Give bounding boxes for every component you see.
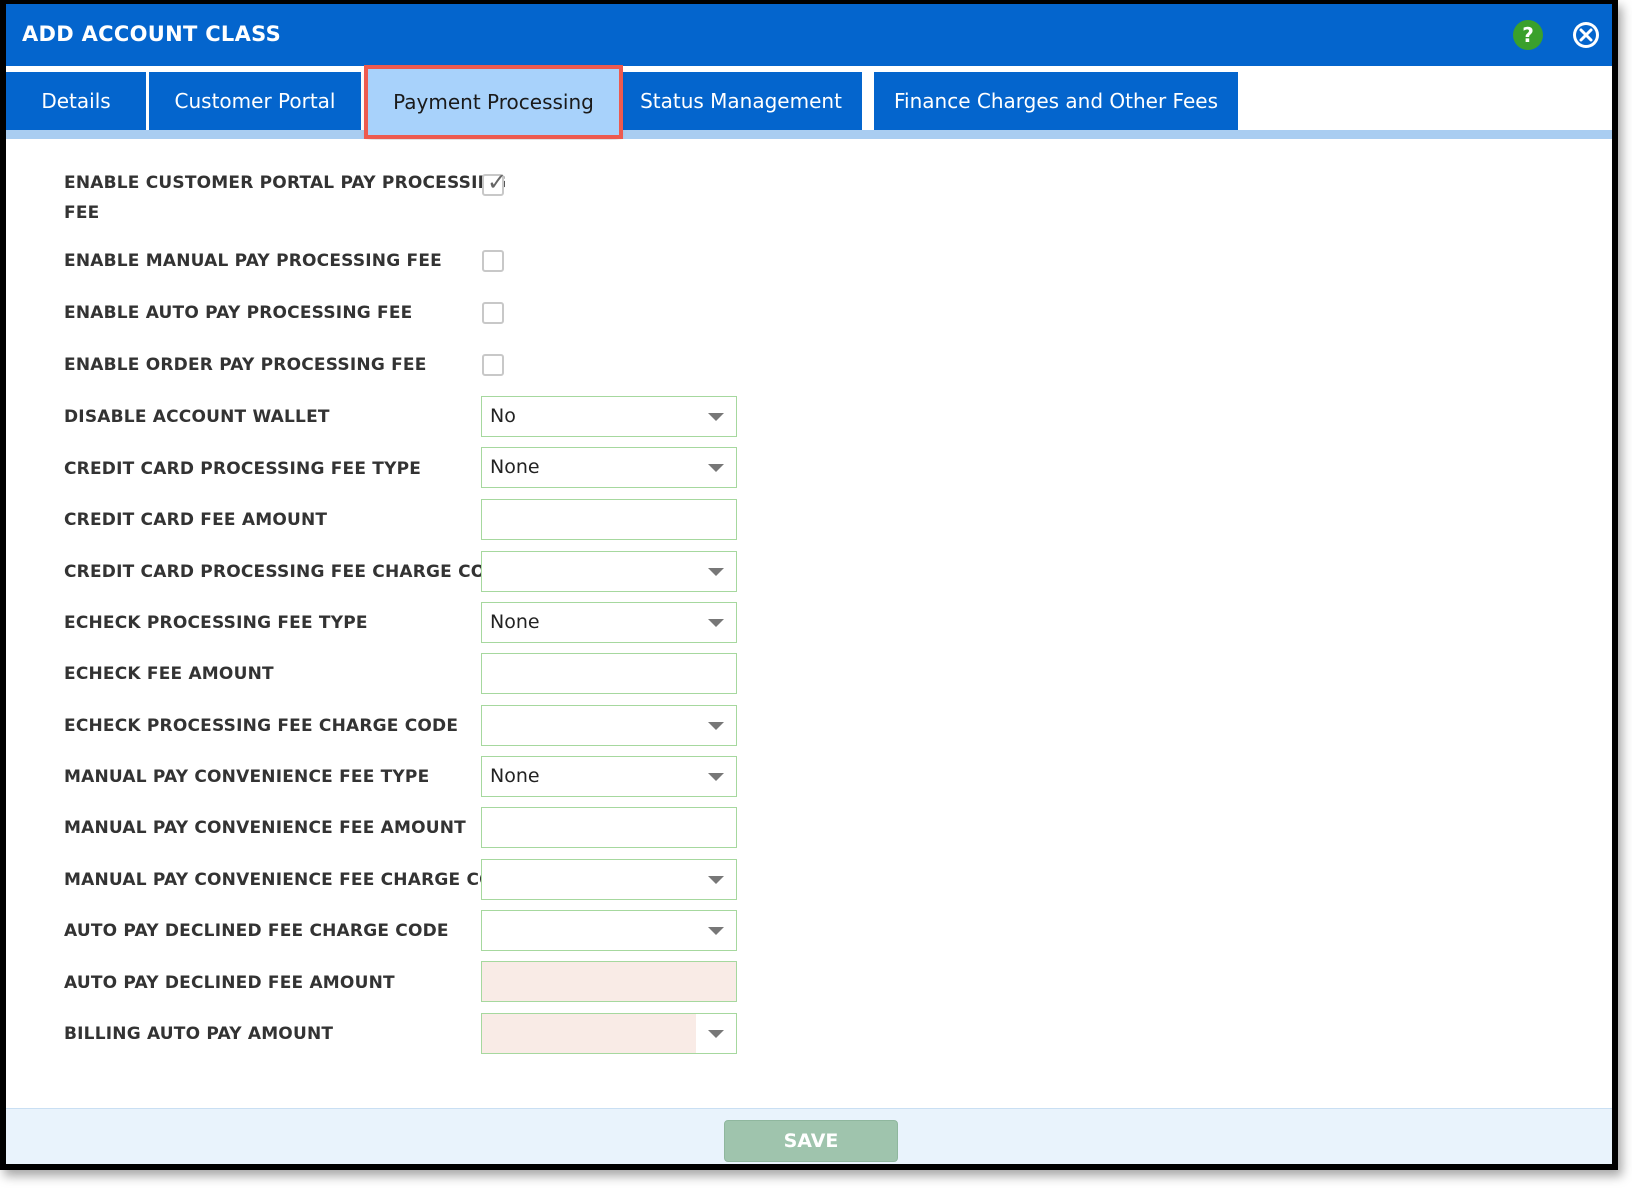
select-manual-conv-fee-charge-code[interactable] (481, 859, 737, 900)
select-cc-fee-charge-code[interactable] (481, 551, 737, 592)
help-icon[interactable]: ? (1513, 20, 1543, 50)
checkbox-enable-auto-fee[interactable] (482, 302, 504, 324)
label-manual-conv-fee-type: MANUAL PAY CONVENIENCE FEE TYPE (64, 767, 430, 787)
select-value: None (490, 611, 540, 633)
tab-status-management[interactable]: Status Management (620, 72, 862, 130)
select-echeck-fee-type[interactable]: None (481, 602, 737, 643)
input-auto-declined-amount[interactable] (481, 961, 737, 1002)
tab-payment-processing[interactable]: Payment Processing (364, 65, 623, 139)
label-echeck-fee-amount: ECHECK FEE AMOUNT (64, 664, 274, 684)
label-enable-auto-fee: ENABLE AUTO PAY PROCESSING FEE (64, 303, 413, 323)
checkbox-enable-customer-portal-fee[interactable]: ✓ (482, 170, 507, 196)
tab-customer-portal[interactable]: Customer Portal (149, 72, 361, 130)
select-value: None (490, 456, 540, 478)
caret-down-icon (708, 1030, 724, 1038)
save-button[interactable]: SAVE (724, 1120, 898, 1162)
tab-details[interactable]: Details (6, 72, 146, 130)
select-echeck-fee-charge-code[interactable] (481, 705, 737, 746)
checkbox-enable-order-fee[interactable] (482, 354, 504, 376)
label-billing-auto-pay-amount: BILLING AUTO PAY AMOUNT (64, 1024, 334, 1044)
select-billing-auto-pay-amount[interactable] (481, 1013, 737, 1054)
add-account-class-dialog: ADD ACCOUNT CLASS ? Details Customer Por… (0, 0, 1618, 1170)
tab-finance-charges[interactable]: Finance Charges and Other Fees (874, 72, 1238, 130)
caret-down-icon (708, 413, 724, 421)
label-manual-conv-fee-amount: MANUAL PAY CONVENIENCE FEE AMOUNT (64, 818, 466, 838)
select-cc-fee-type[interactable]: None (481, 447, 737, 488)
label-line-2: FEE (64, 203, 100, 223)
caret-down-icon (708, 722, 724, 730)
dialog-footer: SAVE (6, 1108, 1612, 1164)
label-echeck-fee-type: ECHECK PROCESSING FEE TYPE (64, 613, 368, 633)
checkbox-enable-manual-fee[interactable] (482, 250, 504, 272)
label-cc-fee-type: CREDIT CARD PROCESSING FEE TYPE (64, 459, 422, 479)
input-manual-conv-fee-amount[interactable] (481, 807, 737, 848)
caret-down-icon (708, 927, 724, 935)
close-icon[interactable] (1571, 20, 1601, 50)
caret-down-icon (708, 568, 724, 576)
caret-down-icon (708, 464, 724, 472)
caret-down-icon (708, 773, 724, 781)
label-disable-account-wallet: DISABLE ACCOUNT WALLET (64, 407, 330, 427)
select-manual-conv-fee-type[interactable]: None (481, 756, 737, 797)
label-cc-fee-charge-code: CREDIT CARD PROCESSING FEE CHARGE CODE (64, 562, 512, 582)
input-echeck-fee-amount[interactable] (481, 653, 737, 694)
dialog-title: ADD ACCOUNT CLASS (22, 22, 282, 46)
select-value: None (490, 765, 540, 787)
label-auto-declined-amount: AUTO PAY DECLINED FEE AMOUNT (64, 973, 395, 993)
input-cc-fee-amount[interactable] (481, 499, 737, 540)
dialog-titlebar: ADD ACCOUNT CLASS ? (6, 4, 1612, 66)
tab-underline (6, 130, 1612, 139)
label-enable-customer-portal-fee: ENABLE CUSTOMER PORTAL PAY PROCESSING FE… (64, 168, 506, 228)
label-auto-declined-charge-code: AUTO PAY DECLINED FEE CHARGE CODE (64, 921, 449, 941)
select-auto-declined-charge-code[interactable] (481, 910, 737, 951)
label-enable-order-fee: ENABLE ORDER PAY PROCESSING FEE (64, 355, 427, 375)
label-cc-fee-amount: CREDIT CARD FEE AMOUNT (64, 510, 328, 530)
label-manual-conv-fee-charge-code: MANUAL PAY CONVENIENCE FEE CHARGE CODE (64, 870, 520, 890)
caret-down-icon (708, 876, 724, 884)
label-enable-manual-fee: ENABLE MANUAL PAY PROCESSING FEE (64, 251, 442, 271)
checkmark-icon: ✓ (487, 168, 508, 196)
label-echeck-fee-charge-code: ECHECK PROCESSING FEE CHARGE CODE (64, 716, 459, 736)
select-value: No (490, 405, 516, 427)
label-line-1: ENABLE CUSTOMER PORTAL PAY PROCESSING (64, 173, 507, 193)
payment-processing-form: ENABLE CUSTOMER PORTAL PAY PROCESSING FE… (6, 140, 1612, 1108)
caret-down-icon (708, 619, 724, 627)
select-disable-account-wallet[interactable]: No (481, 396, 737, 437)
